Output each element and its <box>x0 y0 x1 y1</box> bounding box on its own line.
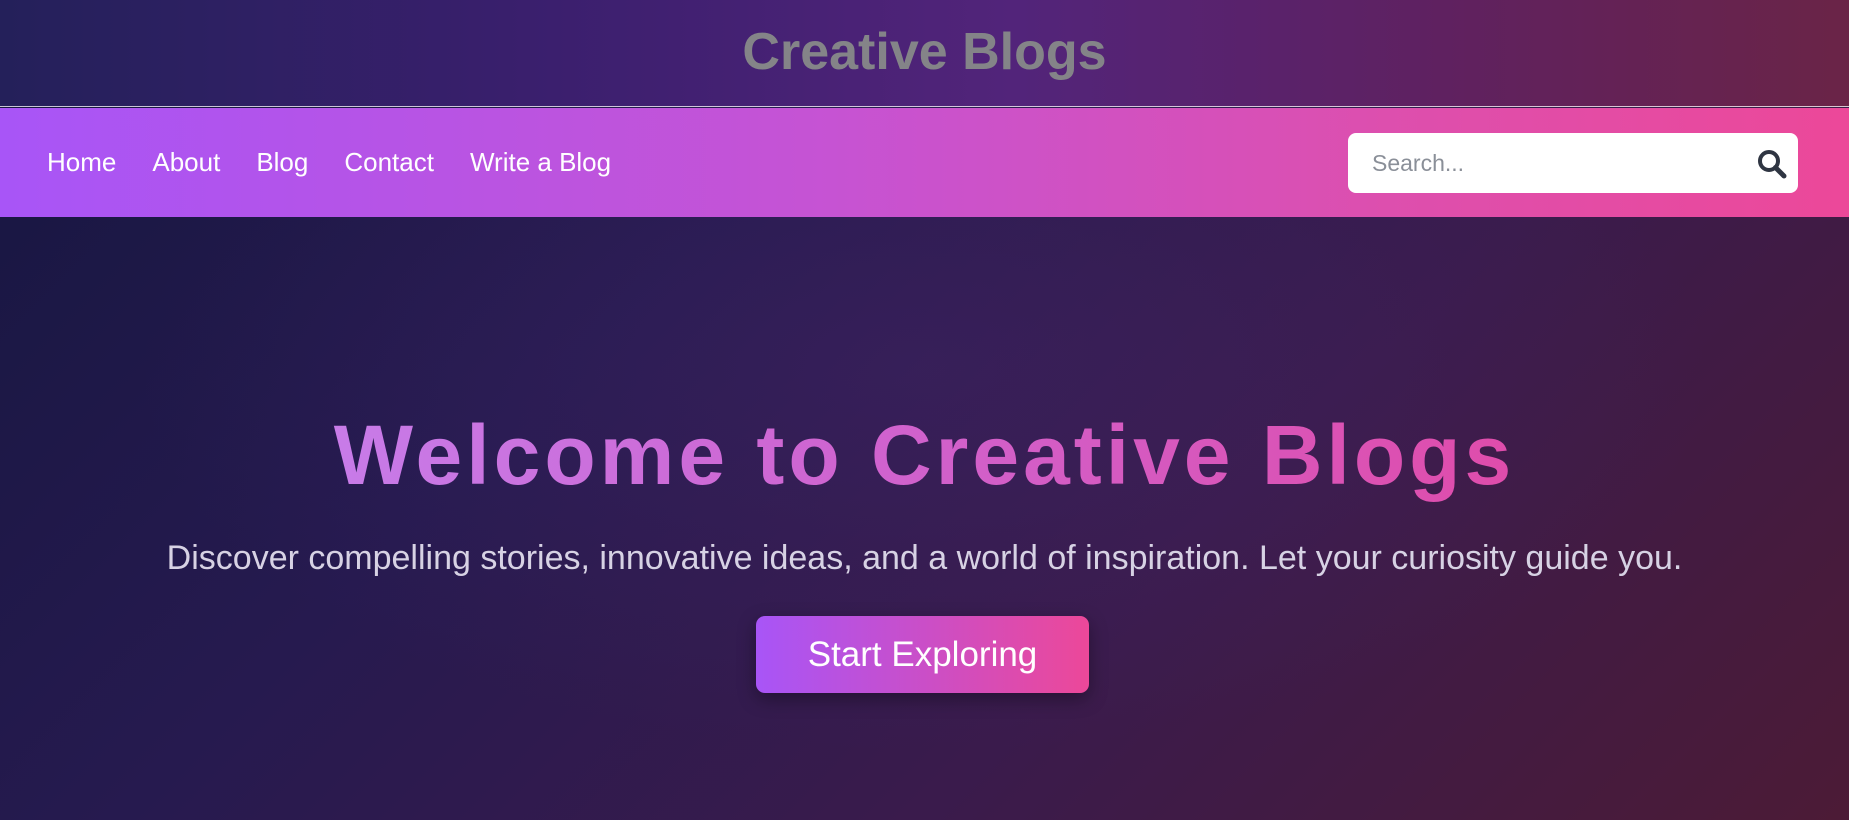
nav-link-home[interactable]: Home <box>47 147 116 178</box>
site-title: Creative Blogs <box>742 23 1107 81</box>
search-icon[interactable] <box>1756 148 1788 180</box>
nav-link-about[interactable]: About <box>152 147 220 178</box>
nav-link-blog[interactable]: Blog <box>256 147 308 178</box>
nav-links: Home About Blog Contact Write a Blog <box>47 108 647 217</box>
hero-title: Welcome to Creative Blogs <box>300 407 1550 504</box>
start-exploring-button[interactable]: Start Exploring <box>756 616 1089 693</box>
hero-section: Welcome to Creative Blogs Discover compe… <box>0 217 1849 820</box>
search-box <box>1348 133 1798 193</box>
site-header: Creative Blogs <box>0 0 1849 107</box>
nav-link-write-a-blog[interactable]: Write a Blog <box>470 147 611 178</box>
nav-link-contact[interactable]: Contact <box>344 147 434 178</box>
hero-subtitle: Discover compelling stories, innovative … <box>166 539 1683 577</box>
search-input[interactable] <box>1348 133 1738 193</box>
